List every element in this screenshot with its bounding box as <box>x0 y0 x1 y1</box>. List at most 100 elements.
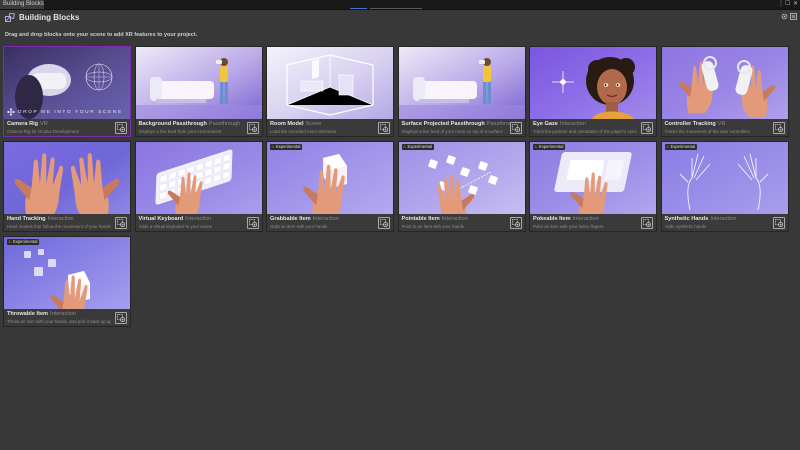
add-block-button[interactable] <box>115 217 127 229</box>
block-name: Grabbable Item Interaction <box>270 216 339 222</box>
block-info: Virtual Keyboard Interaction Adds a virtu… <box>135 214 262 231</box>
add-block-button[interactable] <box>641 217 653 229</box>
block-thumbnail[interactable] <box>398 47 525 119</box>
block-card-room-model[interactable]: Room Model Scene Load the recorded room e… <box>266 46 394 137</box>
add-block-button[interactable] <box>115 312 127 324</box>
close-icon[interactable]: ✕ <box>793 0 798 9</box>
maximize-icon[interactable]: ☐ <box>785 0 790 9</box>
block-category: Interaction <box>572 216 599 222</box>
building-blocks-tab[interactable]: Building Blocks <box>0 0 44 9</box>
tab-indicator-secondary <box>370 8 422 9</box>
block-thumbnail[interactable] <box>661 47 788 119</box>
block-name: Camera Rig VR <box>7 121 48 127</box>
block-name: Eye Gaze Interaction <box>533 121 586 127</box>
block-card-surface-projected-passthrough[interactable]: Surface Projected Passthrough Passthrough… <box>397 46 526 137</box>
blocks-grid: DROP ME INTO YOUR SCENE Camera Rig VR Cam… <box>3 46 793 327</box>
block-info: Eye Gaze Interaction Track the position a… <box>530 119 656 136</box>
block-title: Eye Gaze <box>533 121 558 127</box>
block-thumbnail[interactable] <box>398 142 525 214</box>
block-name: Synthetic Hands Interaction <box>665 216 737 222</box>
block-description: Displays a live feed of your room on top… <box>401 129 503 134</box>
block-title: Throwable Item <box>7 311 49 317</box>
block-card-synthetic-hands[interactable]: ⚠ Experimental Synthetic Hands Interactio… <box>660 141 789 232</box>
warning-icon: ⚠ <box>534 144 538 149</box>
block-title: Synthetic Hands <box>664 216 709 222</box>
block-name: Hand Tracking Interaction <box>7 216 74 222</box>
block-info: Grabbable Item Interaction Grab an item w… <box>267 214 393 231</box>
block-card-controller-tracking[interactable]: Controller Tracking VR Tracks the movemen… <box>660 46 789 137</box>
block-description: Displays a live feed from your environme… <box>138 129 222 134</box>
block-title: Controller Tracking <box>664 121 716 127</box>
block-category: Interaction <box>441 216 468 222</box>
page-subtitle: Drag and drop blocks onto your scene to … <box>5 32 198 38</box>
block-name: Virtual Keyboard Interaction <box>139 216 212 222</box>
add-block-button[interactable] <box>509 122 522 134</box>
block-category: Interaction <box>312 216 339 222</box>
block-name: Room Model Scene <box>270 121 321 127</box>
block-description: Hand models that follow the movement of … <box>7 224 111 229</box>
block-title: Surface Projected Passthrough <box>401 121 485 127</box>
block-name: Throwable Item Interaction <box>7 311 76 317</box>
block-name: Controller Tracking VR <box>665 121 726 127</box>
block-info: Hand Tracking Interaction Hand models tha… <box>4 214 130 231</box>
block-thumbnail[interactable] <box>530 47 656 119</box>
block-description: Throw an item with your hands, and pick … <box>7 319 111 324</box>
block-thumbnail[interactable] <box>135 142 262 214</box>
block-category: Interaction <box>710 216 737 222</box>
panel-header: Building Blocks <box>0 10 800 28</box>
block-title: Pokeable Item <box>533 216 571 222</box>
block-thumbnail[interactable] <box>4 237 130 309</box>
block-thumbnail[interactable] <box>135 47 262 119</box>
block-thumbnail[interactable] <box>661 142 788 214</box>
block-info: Synthetic Hands Interaction Adds syntheti… <box>661 214 788 231</box>
block-name: Surface Projected Passthrough Passthrough <box>402 121 519 127</box>
block-info: Background Passthrough Passthrough Displa… <box>135 119 262 136</box>
block-card-grabbable-item[interactable]: ⚠ Experimental Grabbable Item Interaction… <box>266 141 394 232</box>
warning-icon: ⚠ <box>8 239 12 244</box>
block-thumbnail[interactable] <box>530 142 656 214</box>
block-title: Grabbable Item <box>270 216 311 222</box>
block-thumbnail[interactable] <box>4 142 130 214</box>
tab-indicator <box>350 8 367 9</box>
add-block-button[interactable] <box>509 217 522 229</box>
block-description: Grab an item with your hands <box>270 224 328 229</box>
block-description: Adds synthetic hands <box>664 224 707 229</box>
block-card-camera-rig[interactable]: DROP ME INTO YOUR SCENE Camera Rig VR Cam… <box>3 46 131 137</box>
add-block-button[interactable] <box>641 122 653 134</box>
block-thumbnail[interactable] <box>4 47 130 119</box>
gear-icon[interactable] <box>781 13 788 20</box>
add-block-button[interactable] <box>378 217 390 229</box>
add-block-button[interactable] <box>246 122 259 134</box>
block-description: Tracks the movement of the user controll… <box>664 129 751 134</box>
add-block-button[interactable] <box>246 217 259 229</box>
block-info: Pointable Item Interaction Point to an it… <box>398 214 525 231</box>
add-block-button[interactable] <box>115 122 127 134</box>
block-info: Controller Tracking VR Tracks the movemen… <box>661 119 788 136</box>
block-category: Interaction <box>50 311 77 317</box>
add-block-button[interactable] <box>772 217 785 229</box>
block-name: Pokeable Item Interaction <box>533 216 599 222</box>
add-block-button[interactable] <box>378 122 390 134</box>
block-thumbnail[interactable] <box>267 142 393 214</box>
add-block-button[interactable] <box>772 122 785 134</box>
block-card-eye-gaze[interactable]: Eye Gaze Interaction Track the position a… <box>529 46 657 137</box>
block-card-background-passthrough[interactable]: Background Passthrough Passthrough Displa… <box>134 46 263 137</box>
block-card-pointable-item[interactable]: ⚠ Experimental Pointable Item Interaction… <box>397 141 526 232</box>
experimental-badge-label: Experimental <box>407 144 432 149</box>
warning-icon: ⚠ <box>665 144 670 149</box>
block-title: Virtual Keyboard <box>138 216 184 222</box>
block-title: Room Model <box>270 121 304 127</box>
block-description: Point to an item with your hands <box>401 224 464 229</box>
block-category: Interaction <box>559 121 587 127</box>
experimental-badge-label: Experimental <box>670 144 695 149</box>
block-card-throwable-item[interactable]: ⚠ Experimental Throwable Item Interaction… <box>3 236 131 327</box>
experimental-badge: ⚠ Experimental <box>533 144 566 150</box>
more-options-icon[interactable]: ⋮ <box>778 0 784 9</box>
block-info: Pokeable Item Interaction Poke an item wi… <box>530 214 656 231</box>
block-thumbnail[interactable] <box>267 47 393 119</box>
block-card-pokeable-item[interactable]: ⚠ Experimental Pokeable Item Interaction … <box>529 141 657 232</box>
block-card-virtual-keyboard[interactable]: Virtual Keyboard Interaction Adds a virtu… <box>134 141 263 232</box>
block-card-hand-tracking[interactable]: Hand Tracking Interaction Hand models tha… <box>3 141 131 232</box>
experimental-badge: ⚠ Experimental <box>401 144 434 150</box>
menu-icon[interactable] <box>790 13 797 20</box>
